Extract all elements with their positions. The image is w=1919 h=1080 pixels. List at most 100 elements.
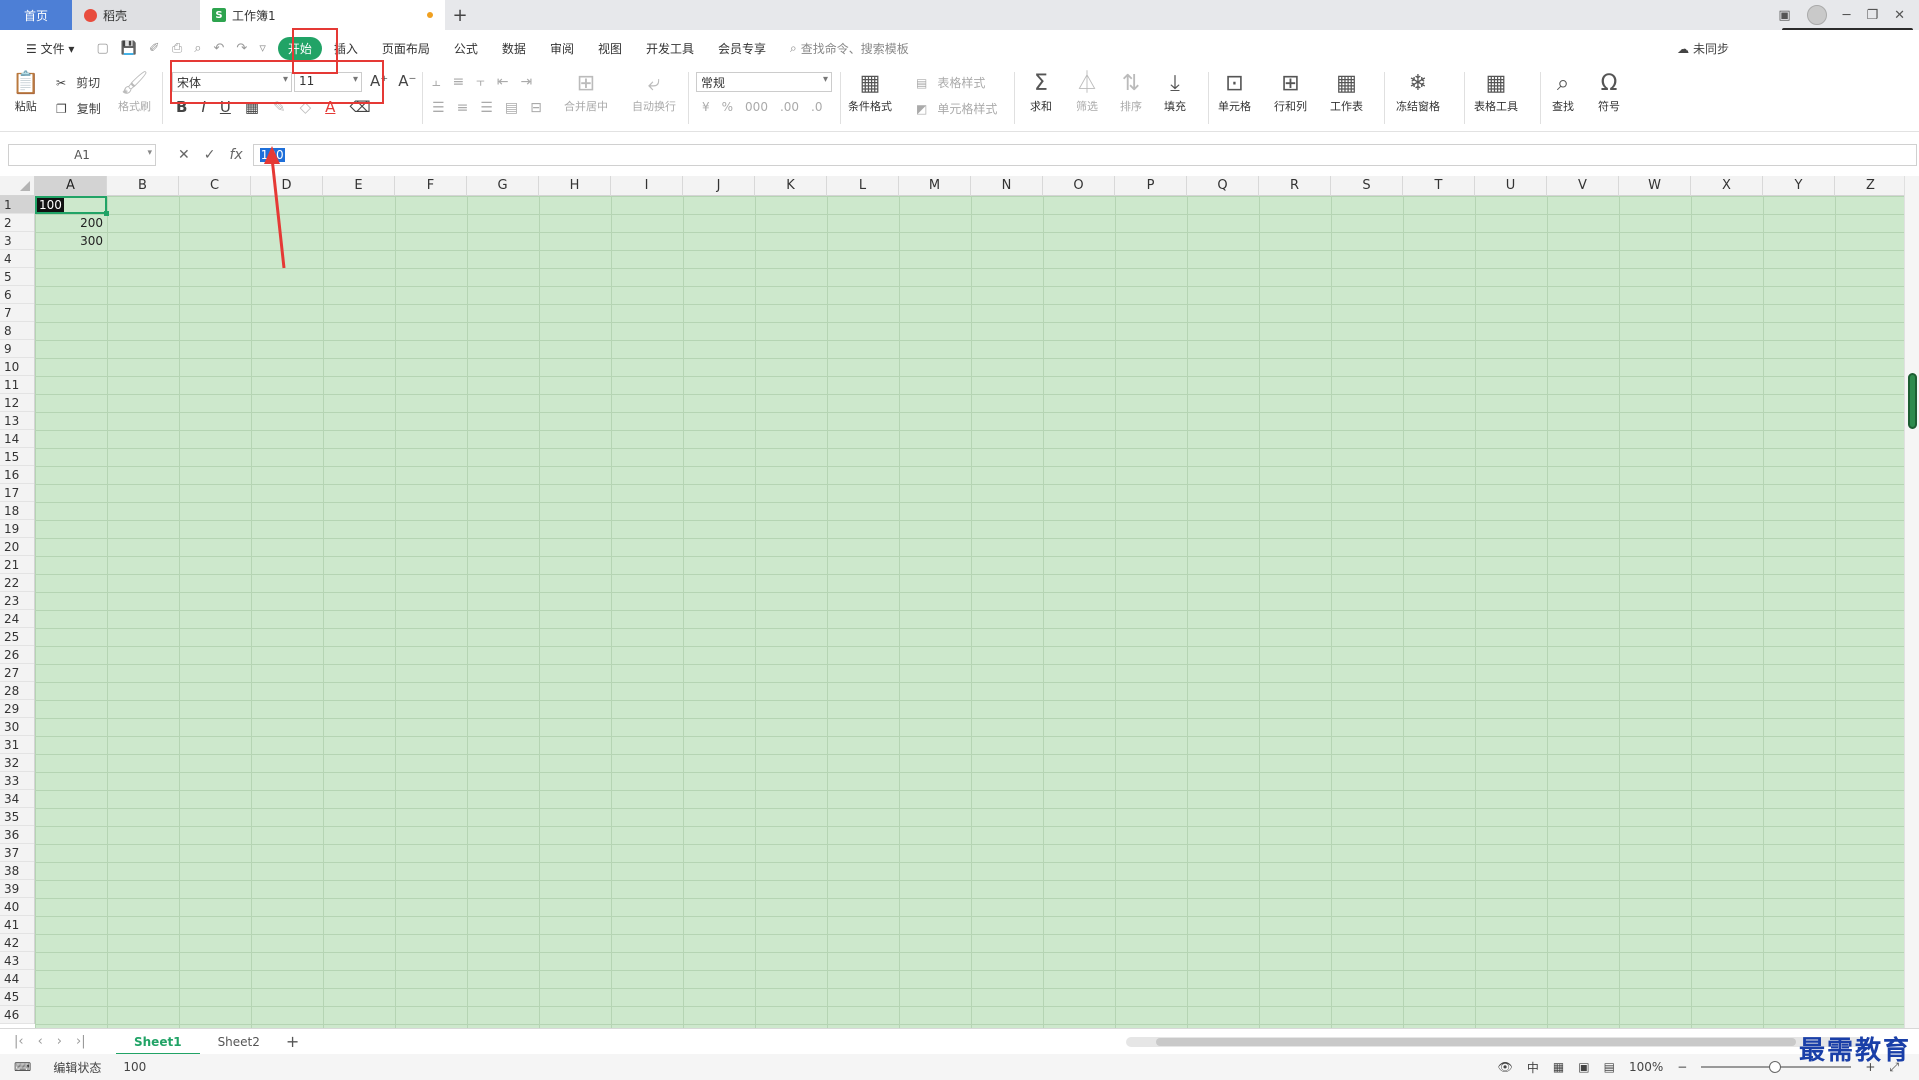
row-header-45[interactable]: 45 <box>0 988 34 1006</box>
column-header-o[interactable]: O <box>1043 176 1115 196</box>
column-header-j[interactable]: J <box>683 176 755 196</box>
indent-decrease-icon[interactable]: ⇤ <box>497 74 509 90</box>
thousands-icon[interactable]: 000 <box>745 100 768 114</box>
row-header-18[interactable]: 18 <box>0 502 34 520</box>
zoom-out-icon[interactable]: − <box>1677 1060 1687 1074</box>
cell-a3[interactable]: 300 <box>35 232 103 250</box>
cut-button[interactable]: ✂ 剪切 <box>56 74 100 91</box>
menu-formula[interactable]: 公式 <box>442 40 490 57</box>
new-tab-button[interactable]: + <box>445 0 475 30</box>
row-header-21[interactable]: 21 <box>0 556 34 574</box>
tab-daoke[interactable]: 稻壳 <box>72 0 200 30</box>
decimal-decrease-icon[interactable]: .0 <box>811 100 822 114</box>
freeze-panes-button[interactable]: ❄ 冻结窗格 <box>1396 70 1440 114</box>
row-header-2[interactable]: 2 <box>0 214 34 232</box>
row-header-32[interactable]: 32 <box>0 754 34 772</box>
row-header-44[interactable]: 44 <box>0 970 34 988</box>
conditional-format-button[interactable]: ▦ 条件格式 <box>848 70 892 114</box>
column-header-q[interactable]: Q <box>1187 176 1259 196</box>
last-sheet-icon[interactable]: ›| <box>76 1034 86 1049</box>
avatar[interactable] <box>1806 5 1827 25</box>
zoom-level[interactable]: 100% <box>1629 1060 1663 1074</box>
row-header-5[interactable]: 5 <box>0 268 34 286</box>
sheet-tab-sheet1[interactable]: Sheet1 <box>116 1028 200 1055</box>
tab-home[interactable]: 首页 <box>0 0 72 30</box>
column-header-t[interactable]: T <box>1403 176 1475 196</box>
merge-center-button[interactable]: ⊞ 合并居中 <box>564 70 608 114</box>
row-header-37[interactable]: 37 <box>0 844 34 862</box>
row-header-13[interactable]: 13 <box>0 412 34 430</box>
table-tools-button[interactable]: ▦ 表格工具 <box>1474 70 1518 114</box>
row-header-39[interactable]: 39 <box>0 880 34 898</box>
column-header-v[interactable]: V <box>1547 176 1619 196</box>
column-header-e[interactable]: E <box>323 176 395 196</box>
column-header-c[interactable]: C <box>179 176 251 196</box>
ime-cn[interactable]: 中 <box>1527 1059 1539 1076</box>
row-header-1[interactable]: 1 <box>0 196 34 214</box>
fill-button[interactable]: ⤓ 填充 <box>1164 70 1186 114</box>
percent-icon[interactable]: % <box>722 100 733 114</box>
column-header-z[interactable]: Z <box>1835 176 1904 196</box>
vertical-scroll-thumb[interactable] <box>1908 373 1917 429</box>
row-header-9[interactable]: 9 <box>0 340 34 358</box>
column-header-i[interactable]: I <box>611 176 683 196</box>
cell-a2[interactable]: 200 <box>35 214 103 232</box>
menu-view[interactable]: 视图 <box>586 40 634 57</box>
minimize-button[interactable]: ─ <box>1843 8 1851 23</box>
menu-page-layout[interactable]: 页面布局 <box>370 40 442 57</box>
row-header-26[interactable]: 26 <box>0 646 34 664</box>
name-box[interactable]: A1 <box>8 144 156 166</box>
column-header-m[interactable]: M <box>899 176 971 196</box>
menu-data[interactable]: 数据 <box>490 40 538 57</box>
page-layout-view-icon[interactable]: ▣ <box>1578 1060 1589 1074</box>
more-icon[interactable]: ▿ <box>259 41 266 56</box>
row-header-12[interactable]: 12 <box>0 394 34 412</box>
cell-button[interactable]: ⊡ 单元格 <box>1218 70 1251 114</box>
layout-icon[interactable]: ▣ <box>1778 8 1790 23</box>
font-decrease-icon[interactable]: A⁻ <box>398 72 416 90</box>
distribute-icon[interactable]: ⊟ <box>530 100 542 116</box>
align-right-icon[interactable]: ☰ <box>480 100 493 116</box>
column-header-b[interactable]: B <box>107 176 179 196</box>
row-header-35[interactable]: 35 <box>0 808 34 826</box>
row-header-17[interactable]: 17 <box>0 484 34 502</box>
sort-button[interactable]: ⇅ 排序 <box>1120 70 1142 114</box>
command-search[interactable]: ⌕ 查找命令、搜索模板 <box>790 40 909 57</box>
column-header-s[interactable]: S <box>1331 176 1403 196</box>
worksheet-button[interactable]: ▦ 工作表 <box>1330 70 1363 114</box>
copy-button[interactable]: ❐ 复制 <box>56 100 101 117</box>
row-header-42[interactable]: 42 <box>0 934 34 952</box>
row-header-40[interactable]: 40 <box>0 898 34 916</box>
align-bottom-icon[interactable]: ⫟ <box>476 74 484 90</box>
row-col-button[interactable]: ⊞ 行和列 <box>1274 70 1307 114</box>
column-header-d[interactable]: D <box>251 176 323 196</box>
row-header-41[interactable]: 41 <box>0 916 34 934</box>
select-all-corner[interactable] <box>0 176 35 196</box>
row-header-36[interactable]: 36 <box>0 826 34 844</box>
formula-input[interactable]: 100 <box>252 144 1917 166</box>
indent-increase-icon[interactable]: ⇥ <box>520 74 532 90</box>
number-format-select[interactable]: 常规 <box>696 72 832 92</box>
column-header-u[interactable]: U <box>1475 176 1547 196</box>
row-header-11[interactable]: 11 <box>0 376 34 394</box>
cell-style-button[interactable]: ◩ 单元格样式 <box>916 100 997 117</box>
row-header-25[interactable]: 25 <box>0 628 34 646</box>
column-header-a[interactable]: A <box>35 176 107 196</box>
confirm-icon[interactable]: ✓ <box>204 147 216 163</box>
active-cell-a1[interactable]: 100 <box>35 196 109 216</box>
eye-protect-icon[interactable]: 👁 <box>1498 1060 1513 1074</box>
row-header-46[interactable]: 46 <box>0 1006 34 1024</box>
column-header-w[interactable]: W <box>1619 176 1691 196</box>
row-header-30[interactable]: 30 <box>0 718 34 736</box>
first-sheet-icon[interactable]: |‹ <box>14 1034 24 1049</box>
cloud-sync[interactable]: ☁ 未同步 <box>1677 40 1729 57</box>
align-top-icon[interactable]: ⫠ <box>432 74 440 90</box>
filter-button[interactable]: ⏃ 筛选 <box>1076 70 1098 114</box>
row-header-43[interactable]: 43 <box>0 952 34 970</box>
row-header-7[interactable]: 7 <box>0 304 34 322</box>
column-header-y[interactable]: Y <box>1763 176 1835 196</box>
column-header-r[interactable]: R <box>1259 176 1331 196</box>
add-sheet-button[interactable]: + <box>278 1032 307 1051</box>
row-header-16[interactable]: 16 <box>0 466 34 484</box>
restore-button[interactable]: ❐ <box>1866 8 1878 23</box>
